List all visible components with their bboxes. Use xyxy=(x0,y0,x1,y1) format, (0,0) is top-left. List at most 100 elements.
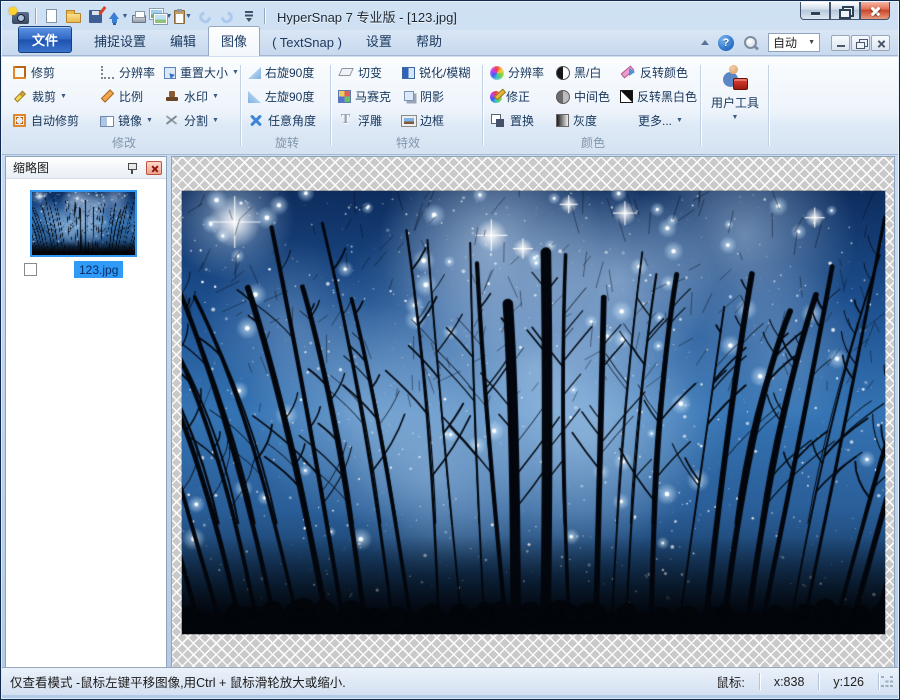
sharpen-blur-button[interactable]: 锐化/模糊 xyxy=(400,60,480,84)
invert-bw-button[interactable]: 反转黑白色 xyxy=(618,84,698,108)
zoom-magnifier-icon[interactable] xyxy=(743,35,759,51)
zoom-level-select[interactable]: 自动▼ xyxy=(768,33,820,52)
split-button[interactable]: 分割▼ xyxy=(162,108,238,132)
print-button[interactable] xyxy=(128,5,150,27)
tab-help[interactable]: 帮助 xyxy=(404,27,454,55)
resize-icon xyxy=(164,67,176,79)
watermark-button[interactable]: 水印▼ xyxy=(162,84,238,108)
panel-close-button[interactable] xyxy=(146,161,162,175)
emboss-button[interactable]: 浮雕 xyxy=(336,108,400,132)
ribbon-group-color: 分辨率 修正 置换 黑/白 中间色 灰度 反转颜色 反转黑白色 更多...▼ 颜… xyxy=(488,60,698,154)
doc-minimize-button[interactable] xyxy=(831,35,850,51)
grayscale-icon xyxy=(556,114,569,127)
toolbar-options-icon xyxy=(241,8,257,24)
tab-settings[interactable]: 设置 xyxy=(354,27,404,55)
group-label-effects: 特效 xyxy=(336,134,480,151)
grayscale-button[interactable]: 灰度 xyxy=(554,108,618,132)
close-button[interactable] xyxy=(860,2,890,20)
resolution-ruler-icon xyxy=(101,66,114,79)
resolution-button[interactable]: 分辨率 xyxy=(98,60,162,84)
user-tools-button[interactable]: 用户工具 ▼ xyxy=(704,60,766,121)
thumbnail-filename[interactable]: 123.jpg xyxy=(74,261,123,278)
border-button[interactable]: 边框 xyxy=(400,108,480,132)
free-rotate-button[interactable]: 任意角度 xyxy=(246,108,328,132)
scale-ruler-icon xyxy=(101,89,114,102)
thumbnail-checkbox[interactable] xyxy=(24,263,37,276)
new-button[interactable] xyxy=(40,5,62,27)
black-white-button[interactable]: 黑/白 xyxy=(554,60,618,84)
dropdown-caret: ▼ xyxy=(185,13,192,20)
hypersnap-logo-icon xyxy=(12,12,29,24)
shear-button[interactable]: 切变 xyxy=(336,60,400,84)
color-replace-button[interactable]: 置换 xyxy=(488,108,554,132)
border-frame-icon xyxy=(402,116,416,126)
workspace: 缩略图 123.jpg xyxy=(5,156,895,669)
tab-textsnap[interactable]: ( TextSnap ) xyxy=(260,31,354,55)
group-separator xyxy=(240,65,241,146)
rotate-left-90-button[interactable]: 左旋90度 xyxy=(246,84,328,108)
titlebar: ▼ ▼ ▼ HyperSnap 7 专业版 - [123.jpg] xyxy=(2,2,898,30)
tab-edit[interactable]: 编辑 xyxy=(158,27,208,55)
app-menu-button[interactable] xyxy=(9,5,31,27)
open-button[interactable] xyxy=(62,5,84,27)
tab-capture-settings[interactable]: 捕捉设置 xyxy=(82,27,158,55)
color-resolution-button[interactable]: 分辨率 xyxy=(488,60,554,84)
resize-button[interactable]: 重置大小▼ xyxy=(162,60,238,84)
hypersnap-window: ▼ ▼ ▼ HyperSnap 7 专业版 - [123.jpg] 文件 捕捉设… xyxy=(0,0,900,700)
thumbnail-item[interactable] xyxy=(30,190,137,257)
minimize-button[interactable] xyxy=(800,2,830,20)
undo-button[interactable] xyxy=(194,5,216,27)
capture-upload-icon xyxy=(106,8,122,24)
color-correct-button[interactable]: 修正 xyxy=(488,84,554,108)
cut-button[interactable]: 裁剪▼ xyxy=(10,84,98,108)
color-correct-icon xyxy=(490,91,502,103)
help-icon[interactable]: ? xyxy=(718,35,734,51)
copy-image-button[interactable]: ▼ xyxy=(150,5,172,27)
cut-pencil-icon xyxy=(14,90,26,102)
group-label-color: 颜色 xyxy=(488,134,698,151)
ribbon: 修剪 裁剪▼ 自动修剪 分辨率 比例 镜像▼ 重置大小▼ 水印▼ 分割▼ 修改 xyxy=(2,57,898,155)
group-label-rotate: 旋转 xyxy=(246,134,328,151)
image-canvas-area[interactable] xyxy=(171,156,895,669)
rotate-right-90-button[interactable]: 右旋90度 xyxy=(246,60,328,84)
toolbar-options-button[interactable] xyxy=(238,5,260,27)
group-label-modify: 修改 xyxy=(10,134,238,151)
color-resolution-icon xyxy=(490,66,504,80)
ribbon-group-user-tools: 用户工具 ▼ xyxy=(704,60,766,154)
auto-crop-button[interactable]: 自动修剪 xyxy=(10,108,98,132)
mouse-x-value: x:838 xyxy=(760,675,819,689)
ribbon-group-modify: 修剪 裁剪▼ 自动修剪 分辨率 比例 镜像▼ 重置大小▼ 水印▼ 分割▼ 修改 xyxy=(10,60,238,154)
undo-icon xyxy=(197,9,213,25)
capture-button[interactable]: ▼ xyxy=(106,5,128,27)
scale-button[interactable]: 比例 xyxy=(98,84,162,108)
free-rotate-icon xyxy=(248,112,264,128)
thumbnail-image[interactable] xyxy=(32,192,135,255)
mosaic-button[interactable]: 马赛克 xyxy=(336,84,400,108)
collapse-ribbon-icon[interactable] xyxy=(701,36,709,45)
shadow-button[interactable]: 阴影 xyxy=(400,84,480,108)
ribbon-group-effects: 切变 马赛克 浮雕 锐化/模糊 阴影 边框 特效 xyxy=(336,60,480,154)
tab-image[interactable]: 图像 xyxy=(208,26,260,56)
save-button[interactable] xyxy=(84,5,106,27)
redo-button[interactable] xyxy=(216,5,238,27)
new-document-icon xyxy=(46,9,57,23)
mosaic-icon xyxy=(338,90,351,103)
mirror-button[interactable]: 镜像▼ xyxy=(98,108,162,132)
opened-image[interactable] xyxy=(182,191,885,634)
thumbnail-panel-header: 缩略图 xyxy=(6,157,166,179)
resize-grip[interactable] xyxy=(879,674,895,690)
tab-file[interactable]: 文件 xyxy=(18,26,72,53)
midtone-button[interactable]: 中间色 xyxy=(554,84,618,108)
crop-button[interactable]: 修剪 xyxy=(10,60,98,84)
pin-icon[interactable] xyxy=(126,161,138,175)
doc-close-button[interactable] xyxy=(871,35,890,51)
midtone-icon xyxy=(556,90,570,104)
document-window-controls xyxy=(831,35,890,51)
more-colors-button[interactable]: 更多...▼ xyxy=(618,108,698,132)
restore-button[interactable] xyxy=(830,2,860,20)
save-icon xyxy=(89,10,102,23)
invert-colors-button[interactable]: 反转颜色 xyxy=(618,60,698,84)
invert-bw-icon xyxy=(620,90,633,103)
doc-restore-button[interactable] xyxy=(851,35,870,51)
paste-button[interactable]: ▼ xyxy=(172,5,194,27)
